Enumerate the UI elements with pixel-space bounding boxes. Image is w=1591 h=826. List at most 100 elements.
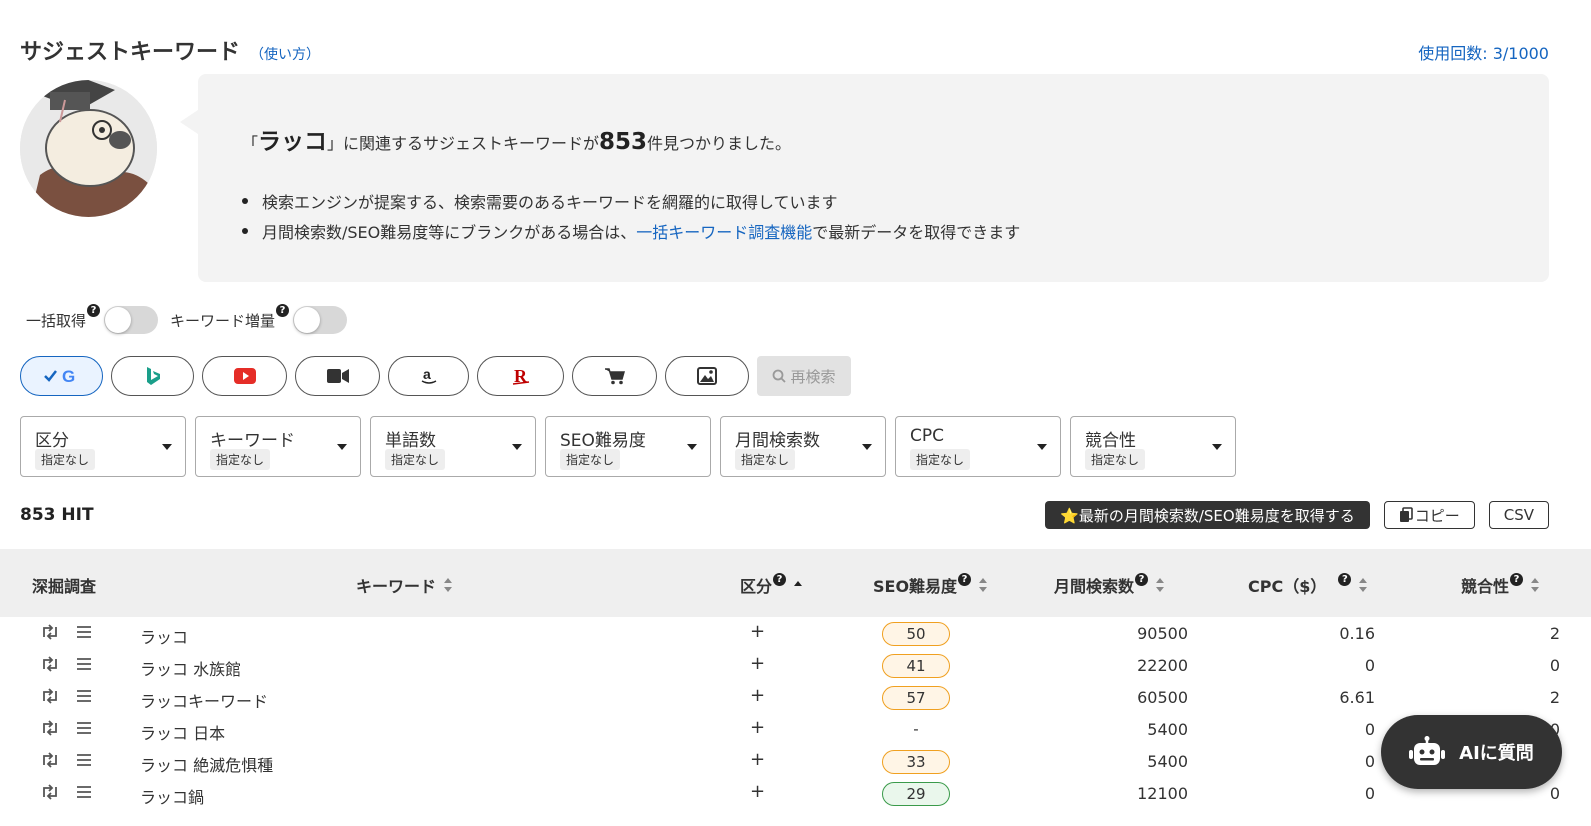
- menu-icon[interactable]: [76, 624, 92, 643]
- fetch-latest-button[interactable]: ⭐最新の月間検索数/SEO難易度を取得する: [1045, 501, 1370, 529]
- expand-toggle[interactable]: [293, 306, 348, 334]
- svg-text:G: G: [62, 367, 75, 386]
- help-icon[interactable]: ?: [276, 303, 290, 317]
- engine-bing-button[interactable]: [111, 356, 194, 396]
- video-camera-icon: [326, 369, 349, 383]
- keyword-cell[interactable]: ラッコ 水族館: [140, 656, 241, 680]
- filter-word-count[interactable]: 単語数 指定なし: [370, 416, 536, 477]
- filter-label: 区分: [35, 431, 69, 451]
- engine-google-button[interactable]: G: [20, 356, 103, 396]
- copy-label: コピー: [1414, 506, 1460, 525]
- add-category-cell[interactable]: +: [750, 717, 765, 738]
- filter-monthly-volume[interactable]: 月間検索数 指定なし: [720, 416, 886, 477]
- keyword-cell[interactable]: ラッコ鍋: [140, 784, 204, 808]
- engine-rakuten-button[interactable]: R: [477, 356, 564, 396]
- sort-icon[interactable]: [1531, 578, 1540, 592]
- bulk-research-link[interactable]: 一括キーワード調査機能: [636, 219, 812, 243]
- copy-button[interactable]: コピー: [1383, 501, 1475, 529]
- help-icon[interactable]: ?: [1510, 572, 1524, 586]
- bulk-toggle-group: 一括取得?: [26, 303, 159, 334]
- table-row: ラッコ 日本 + - 5400 0 0: [0, 714, 1591, 746]
- help-icon[interactable]: ?: [958, 572, 972, 586]
- caret-down-icon: [687, 444, 697, 450]
- filter-keyword[interactable]: キーワード 指定なし: [195, 416, 361, 477]
- cpc-cell: 6.61: [1339, 688, 1375, 707]
- caret-down-icon: [162, 444, 172, 450]
- table-row: ラッコキーワード + 57 60500 6.61 2: [0, 682, 1591, 714]
- engine-shopping-button[interactable]: [572, 356, 657, 396]
- sort-icon[interactable]: [1359, 578, 1368, 592]
- filter-cpc[interactable]: CPC 指定なし: [895, 416, 1061, 477]
- csv-button[interactable]: CSV: [1488, 501, 1549, 529]
- filter-value: 指定なし: [560, 449, 621, 470]
- sort-icon[interactable]: [444, 578, 453, 592]
- keyword-cell[interactable]: ラッコ: [140, 624, 188, 648]
- keyword-cell[interactable]: ラッコキーワード: [140, 688, 268, 712]
- sort-icon[interactable]: [979, 578, 988, 592]
- filter-value: 指定なし: [385, 449, 446, 470]
- seo-difficulty-badge: 41: [882, 654, 950, 678]
- header-keyword[interactable]: キーワード: [356, 573, 453, 597]
- filter-seo-difficulty[interactable]: SEO難易度 指定なし: [545, 416, 711, 477]
- engine-amazon-button[interactable]: a: [388, 356, 469, 396]
- help-icon[interactable]: ?: [87, 303, 101, 317]
- research-button[interactable]: 再検索: [757, 356, 851, 396]
- engine-youtube-button[interactable]: [202, 356, 287, 396]
- seo-difficulty-badge: 50: [882, 622, 950, 646]
- bullet-item: 月間検索数/SEO難易度等にブランクがある場合は、 一括キーワード調査機能 で最新デ…: [242, 216, 1020, 246]
- engine-video-button[interactable]: [295, 356, 380, 396]
- add-category-cell[interactable]: +: [750, 685, 765, 706]
- filter-label: CPC: [910, 426, 944, 446]
- header-category[interactable]: 区分?: [740, 572, 803, 597]
- header-cpc[interactable]: CPC（$）?: [1248, 572, 1368, 597]
- keyword-cell[interactable]: ラッコ 絶滅危惧種: [140, 752, 273, 776]
- rakuten-icon: R: [512, 366, 529, 386]
- info-bubble: 「 ラッコ 」に関連するサジェストキーワードが 853 件見つかりました。 検索…: [180, 74, 1549, 282]
- help-icon[interactable]: ?: [1338, 572, 1352, 586]
- add-category-cell[interactable]: +: [750, 781, 765, 802]
- sort-asc-icon[interactable]: [794, 578, 803, 592]
- header-volume[interactable]: 月間検索数?: [1054, 572, 1165, 597]
- ai-question-button[interactable]: AIに質問: [1381, 715, 1562, 789]
- add-category-cell[interactable]: +: [750, 621, 765, 642]
- filter-value: 指定なし: [35, 449, 96, 470]
- engine-image-button[interactable]: [665, 356, 749, 396]
- monthly-volume-cell: 90500: [1137, 624, 1188, 643]
- filter-competition[interactable]: 競合性 指定なし: [1070, 416, 1236, 477]
- help-icon[interactable]: ?: [1135, 572, 1149, 586]
- image-icon: [697, 367, 717, 385]
- menu-icon[interactable]: [76, 752, 92, 771]
- menu-icon[interactable]: [76, 784, 92, 803]
- sort-icon[interactable]: [1156, 578, 1165, 592]
- search-icon: [773, 369, 787, 383]
- menu-icon[interactable]: [76, 656, 92, 675]
- bing-icon: [146, 367, 160, 385]
- filter-category[interactable]: 区分 指定なし: [20, 416, 186, 477]
- result-count: 853: [599, 129, 648, 155]
- header-competition[interactable]: 競合性?: [1461, 572, 1540, 597]
- cpc-cell: 0: [1364, 752, 1375, 771]
- competition-cell: 2: [1549, 688, 1560, 707]
- cpc-cell: 0: [1364, 720, 1375, 739]
- retweet-dig-icon[interactable]: [40, 720, 60, 740]
- add-category-cell[interactable]: +: [750, 653, 765, 674]
- competition-cell: 0: [1549, 656, 1560, 675]
- bulk-toggle[interactable]: [104, 306, 159, 334]
- retweet-dig-icon[interactable]: [40, 656, 60, 676]
- shopping-cart-icon: [604, 368, 625, 385]
- add-category-cell[interactable]: +: [750, 749, 765, 770]
- menu-icon[interactable]: [76, 720, 92, 739]
- retweet-dig-icon[interactable]: [40, 688, 60, 708]
- header-seo[interactable]: SEO難易度?: [873, 572, 988, 597]
- menu-icon[interactable]: [76, 688, 92, 707]
- keyword-cell[interactable]: ラッコ 日本: [140, 720, 225, 744]
- seo-difficulty-badge: 33: [882, 750, 950, 774]
- retweet-dig-icon[interactable]: [40, 624, 60, 644]
- retweet-dig-icon[interactable]: [40, 752, 60, 772]
- table-body: ラッコ + 50 90500 0.16 2 ラッコ 水族館 + 41 22200…: [0, 618, 1591, 810]
- help-icon[interactable]: ?: [773, 572, 787, 586]
- monthly-volume-cell: 22200: [1137, 656, 1188, 675]
- howto-link[interactable]: （使い方）: [250, 44, 320, 64]
- retweet-dig-icon[interactable]: [40, 784, 60, 804]
- table-header: 深掘調査 キーワード 区分? SEO難易度? 月間検索数? CPC（$）? 競合…: [0, 549, 1591, 617]
